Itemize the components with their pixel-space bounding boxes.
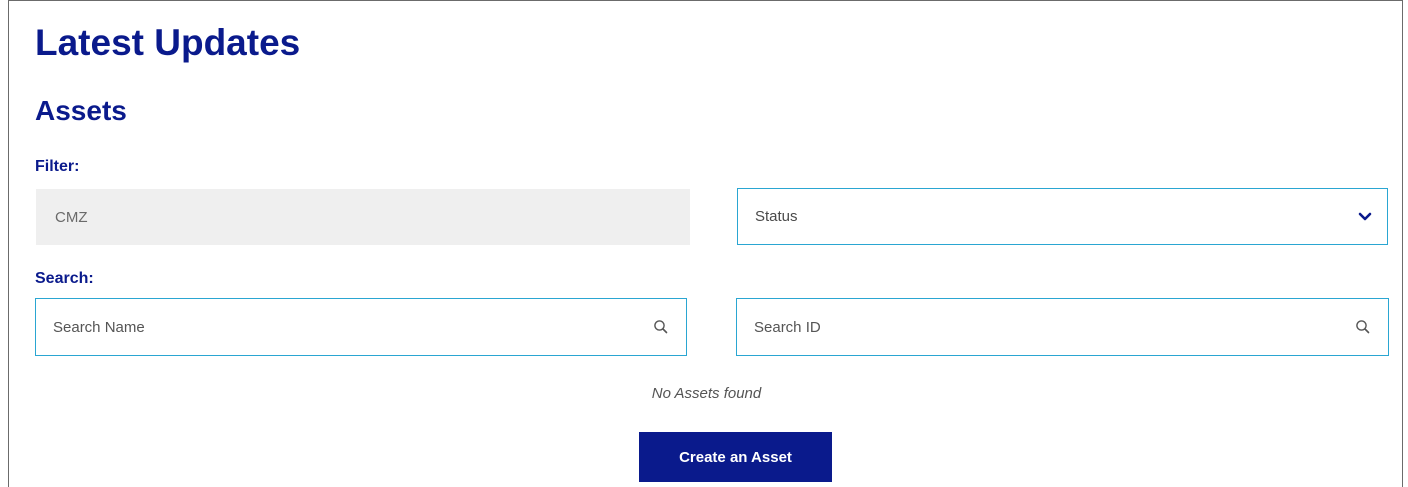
search-label: Search:	[35, 270, 94, 287]
chevron-down-icon	[1357, 209, 1373, 225]
create-asset-button[interactable]: Create an Asset	[639, 432, 832, 482]
status-select[interactable]: Status	[737, 188, 1388, 245]
assets-panel: Latest Updates Assets Filter: CMZ Status…	[8, 0, 1403, 487]
organization-filter-field: CMZ	[36, 189, 690, 245]
filter-label: Filter:	[35, 158, 80, 175]
empty-results-message: No Assets found	[651, 385, 762, 402]
search-name-field	[35, 298, 687, 356]
section-title: Assets	[35, 95, 127, 126]
search-id-input[interactable]	[754, 318, 1354, 336]
page-title: Latest Updates	[35, 22, 301, 63]
organization-filter-value: CMZ	[55, 208, 88, 226]
search-id-field	[736, 298, 1389, 356]
search-icon[interactable]	[1354, 318, 1372, 336]
search-icon[interactable]	[652, 318, 670, 336]
status-select-value: Status	[755, 208, 798, 225]
search-name-input[interactable]	[53, 318, 652, 336]
